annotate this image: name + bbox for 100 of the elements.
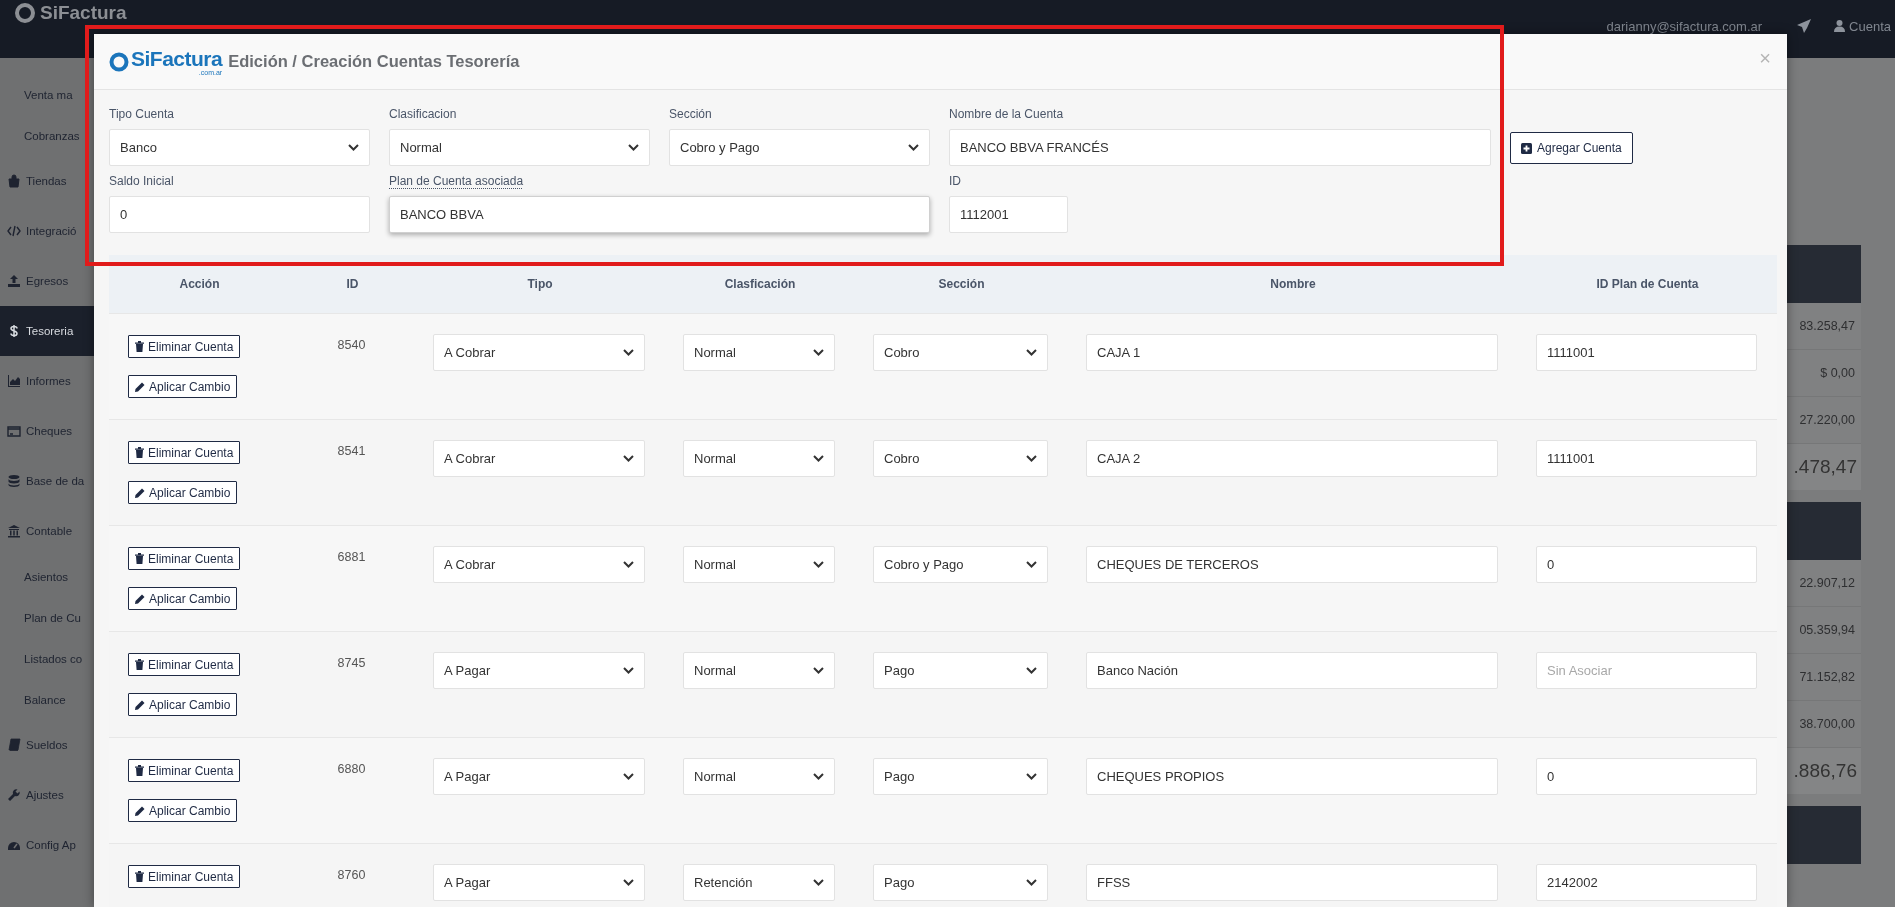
bag-icon (7, 174, 21, 188)
chevron-down-icon (623, 455, 634, 462)
chevron-down-icon (623, 561, 634, 568)
amount-text: 83.258,47 (1799, 319, 1855, 333)
input-field[interactable]: 0 (109, 196, 370, 233)
input-field[interactable]: 1111001 (1536, 334, 1757, 371)
user-icon (1834, 20, 1846, 32)
chevron-down-icon (813, 773, 824, 780)
add-account-button[interactable]: Agregar Cuenta (1510, 132, 1633, 164)
dropdown[interactable]: A Cobrar (433, 546, 645, 583)
delete-account-button[interactable]: Eliminar Cuenta (128, 441, 241, 464)
apply-change-button[interactable]: Aplicar Cambio (128, 799, 238, 822)
account-menu[interactable]: Cuenta (1834, 18, 1891, 34)
chart-icon (7, 374, 21, 388)
amount-text: 05.359,94 (1799, 623, 1855, 637)
dropdown[interactable]: A Pagar (433, 758, 645, 795)
dropdown[interactable]: Cobro y Pago (873, 546, 1048, 583)
dropdown[interactable]: Normal (683, 758, 835, 795)
input-field[interactable]: 0 (1536, 546, 1757, 583)
column-header: Clasficación (723, 277, 797, 291)
dropdown[interactable]: Normal (683, 334, 835, 371)
app-logo[interactable]: SiFactura (40, 3, 127, 23)
input-field[interactable]: CHEQUES PROPIOS (1086, 758, 1498, 795)
amount-text: 38.700,00 (1799, 717, 1855, 731)
dropdown[interactable]: A Cobrar (433, 440, 645, 477)
input-field[interactable]: CAJA 1 (1086, 334, 1498, 371)
account-id: 8745 (337, 656, 366, 670)
pencil-icon (135, 699, 145, 710)
input-field[interactable]: BANCO BBVA (389, 196, 930, 233)
column-header: Tipo (526, 277, 554, 291)
input-field[interactable]: CHEQUES DE TERCEROS (1086, 546, 1498, 583)
chevron-down-icon (623, 773, 634, 780)
delete-account-button[interactable]: Eliminar Cuenta (128, 759, 241, 782)
dropdown[interactable]: Pago (873, 758, 1048, 795)
field-label: Sección (669, 107, 712, 121)
user-email: darianny@sifactura.com.ar (1606, 18, 1763, 34)
input-field[interactable]: BANCO BBVA FRANCÉS (949, 129, 1491, 166)
apply-change-button[interactable]: Aplicar Cambio (128, 481, 238, 504)
field-label: Plan de Cuenta asociada (389, 174, 524, 188)
total-amount: .478,47 (1793, 456, 1857, 478)
chevron-down-icon (813, 667, 824, 674)
chevron-down-icon (623, 667, 634, 674)
column-header: Acción (178, 277, 221, 291)
input-field[interactable]: 1111001 (1536, 440, 1757, 477)
apply-change-button[interactable]: Aplicar Cambio (128, 375, 238, 398)
chevron-down-icon (623, 879, 634, 886)
chevron-down-icon (1026, 773, 1037, 780)
dropdown[interactable]: Retención (683, 864, 835, 901)
chevron-down-icon (908, 144, 919, 151)
delete-account-button[interactable]: Eliminar Cuenta (128, 865, 241, 888)
delete-account-button[interactable]: Eliminar Cuenta (128, 335, 241, 358)
chevron-down-icon (813, 879, 824, 886)
dropdown[interactable]: Banco (109, 129, 370, 166)
logo-ring-icon (14, 2, 36, 24)
sidebar-item[interactable]: Tesoreria (0, 306, 94, 356)
dropdown[interactable]: Normal (683, 440, 835, 477)
trash-icon (135, 553, 144, 564)
input-field[interactable]: CAJA 2 (1086, 440, 1498, 477)
input-field[interactable]: Sin Asociar (1536, 652, 1757, 689)
plus-square-icon (1521, 142, 1532, 154)
delete-account-button[interactable]: Eliminar Cuenta (128, 653, 241, 676)
account-id: 8541 (337, 444, 366, 458)
chevron-down-icon (1026, 667, 1037, 674)
trash-icon (135, 871, 144, 882)
field-label: Clasificacion (389, 107, 457, 121)
send-icon[interactable] (1796, 18, 1813, 34)
dropdown[interactable]: Pago (873, 864, 1048, 901)
column-header: ID Plan de Cuenta (1595, 277, 1700, 291)
trash-icon (135, 765, 144, 776)
input-field[interactable]: 0 (1536, 758, 1757, 795)
database-icon (7, 474, 21, 488)
pencil-icon (135, 805, 145, 816)
field-label: ID (949, 174, 961, 188)
dollar-icon (7, 324, 21, 338)
input-field[interactable]: FFSS (1086, 864, 1498, 901)
account-id: 8540 (337, 338, 366, 352)
dropdown[interactable]: A Cobrar (433, 334, 645, 371)
delete-account-button[interactable]: Eliminar Cuenta (128, 547, 241, 570)
total-amount: .886,76 (1793, 760, 1857, 782)
chevron-down-icon (623, 349, 634, 356)
apply-change-button[interactable]: Aplicar Cambio (128, 587, 238, 610)
dropdown[interactable]: A Pagar (433, 864, 645, 901)
chevron-down-icon (628, 144, 639, 151)
dropdown[interactable]: Normal (683, 652, 835, 689)
dropdown[interactable]: Cobro y Pago (669, 129, 930, 166)
trash-icon (135, 447, 144, 458)
chevron-down-icon (813, 561, 824, 568)
field-label: Tipo Cuenta (109, 107, 174, 121)
dropdown[interactable]: Pago (873, 652, 1048, 689)
dropdown[interactable]: Cobro (873, 334, 1048, 371)
input-field[interactable]: 2142002 (1536, 864, 1757, 901)
dropdown[interactable]: Normal (683, 546, 835, 583)
dropdown[interactable]: Cobro (873, 440, 1048, 477)
apply-change-button[interactable]: Aplicar Cambio (128, 693, 238, 716)
card-icon (7, 424, 21, 438)
dropdown[interactable]: Normal (389, 129, 650, 166)
input-field[interactable]: Banco Nación (1086, 652, 1498, 689)
input-field[interactable]: 1112001 (949, 196, 1068, 233)
amount-text: $ 0,00 (1820, 366, 1855, 380)
dropdown[interactable]: A Pagar (433, 652, 645, 689)
